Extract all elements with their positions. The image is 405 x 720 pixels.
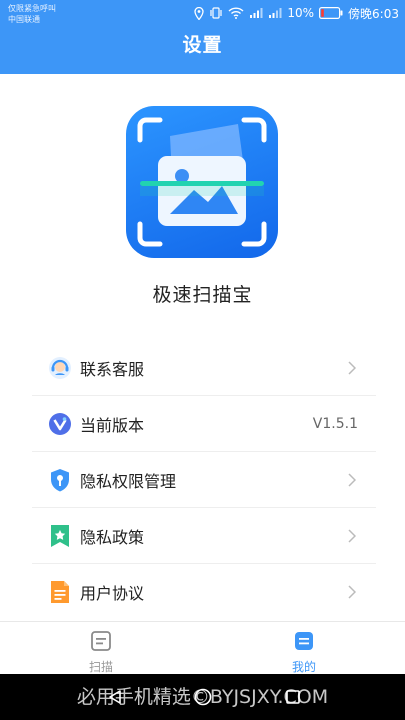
bookmark-star-icon [48,524,72,548]
menu-item-user-agreement[interactable]: 用户协议 [32,564,376,620]
chevron-right-icon [348,360,356,375]
chevron-right-icon [348,528,356,543]
customer-service-icon [48,356,72,380]
recent-apps-button[interactable] [278,674,308,720]
battery-percent: 10% [287,6,315,20]
chevron-right-icon [348,585,356,599]
tab-mine[interactable]: 我的 [274,630,334,675]
chevron-right-icon [348,472,356,487]
scan-document-icon [71,630,131,655]
menu-label: 当前版本 [80,415,145,435]
status-time: 傍晚6:03 [348,6,399,21]
menu-item-current-version[interactable]: 当前版本 V1.5.1 [32,396,376,452]
home-button[interactable] [188,674,218,720]
shield-icon [48,468,72,492]
tab-mine-label: 我的 [291,660,316,674]
battery-icon [319,7,343,19]
signal-icon-2 [268,7,282,19]
status-carrier: 仅限紧急呼叫 中国联通 [8,3,56,25]
back-button[interactable] [100,674,130,720]
bottom-tab-bar: 扫描 我的 [0,621,405,675]
menu-item-contact-service[interactable]: 联系客服 [32,340,376,396]
menu-label: 隐私政策 [80,527,145,547]
document-icon [48,580,72,604]
tab-scan-label: 扫描 [88,660,113,674]
page-title: 设置 [182,34,223,56]
signal-icon [249,7,263,19]
status-indicators: 10% 傍晚6:03 [194,4,399,22]
menu-item-privacy-policy[interactable]: 隐私政策 [32,508,376,564]
menu-label: 联系客服 [80,359,145,379]
app-name: 极速扫描宝 [152,284,253,306]
version-number: V1.5.1 [312,415,358,432]
menu-label: 用户协议 [80,584,145,603]
vibrate-icon [209,7,223,19]
status-carrier-text: 中国联通 [8,15,40,24]
menu-label: 隐私权限管理 [80,471,177,491]
app-logo [126,106,278,258]
settings-menu: 联系客服 当前版本 V1.5.1 隐私权限管理 隐私政策 用户协议 [32,340,376,620]
status-emergency-text: 仅限紧急呼叫 [8,4,56,13]
wifi-icon [228,7,244,19]
version-icon [48,412,72,436]
app-header: 仅限紧急呼叫 中国联通 10% 傍晚6:03 设置 [0,0,405,74]
profile-icon [274,630,334,655]
location-icon [194,6,205,20]
menu-item-privacy-permissions[interactable]: 隐私权限管理 [32,452,376,508]
system-nav-bar: 必用手机精选©BYJSJXY.COM [0,674,405,720]
tab-scan[interactable]: 扫描 [71,630,131,675]
